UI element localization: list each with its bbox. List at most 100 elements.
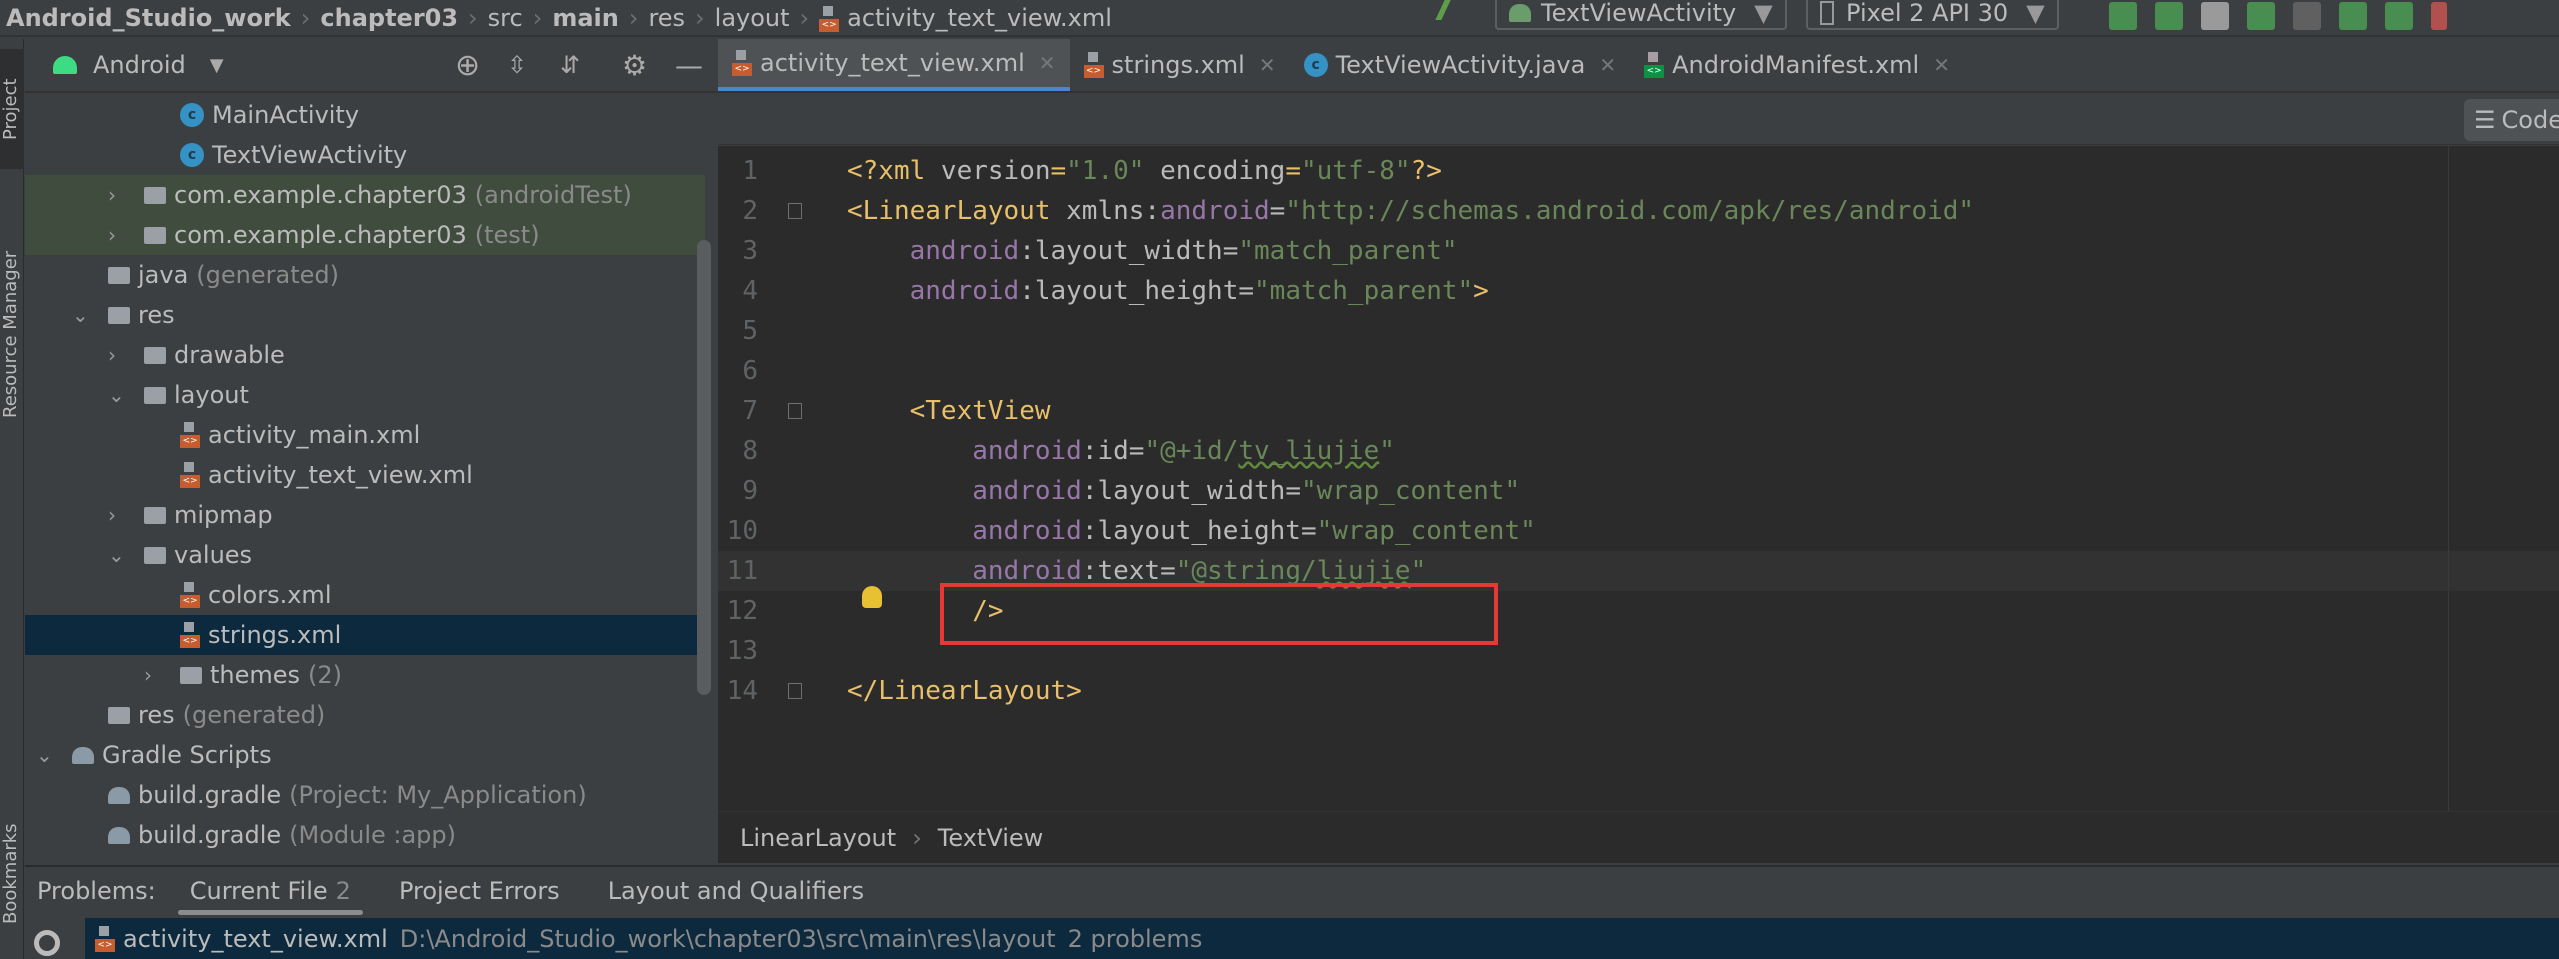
chevron-right-icon[interactable]: ›	[108, 183, 144, 207]
bookmarks-tool-tab[interactable]: Bookmarks	[0, 799, 24, 949]
chevron-right-icon[interactable]: ›	[108, 343, 144, 367]
close-icon[interactable]: ✕	[1599, 53, 1616, 77]
xml-file-icon	[819, 5, 841, 32]
editor-tab[interactable]: AndroidManifest.xml ✕	[1630, 39, 1964, 91]
code-view-button[interactable]: ☰ Code	[2464, 99, 2559, 141]
close-icon[interactable]: ✕	[1933, 53, 1950, 77]
project-tool-tab[interactable]: Project	[0, 49, 24, 169]
code-line[interactable]: 8 android:id="@+id/tv_liujie"	[718, 431, 2559, 471]
breadcrumb-item[interactable]: res	[642, 4, 691, 32]
tree-item[interactable]: › drawable	[25, 335, 705, 375]
chevron-right-icon[interactable]: ›	[144, 663, 180, 687]
editor-tab[interactable]: c TextViewActivity.java ✕	[1290, 39, 1631, 91]
run-configuration-select[interactable]: TextViewActivity ▼	[1495, 0, 1787, 30]
tree-item[interactable]: ⌄ res	[25, 295, 705, 335]
close-icon[interactable]: ✕	[1259, 53, 1276, 77]
code-token: version	[940, 156, 1051, 186]
tree-item[interactable]: build.gradle (Module :app)	[25, 815, 705, 855]
breadcrumb-item[interactable]: Android_Studio_work	[0, 4, 297, 32]
device-select[interactable]: Pixel 2 API 30 ▼	[1806, 0, 2059, 30]
chevron-down-icon[interactable]: ⌄	[108, 543, 144, 567]
chevron-down-icon[interactable]: ⌄	[36, 743, 72, 767]
expand-all-icon[interactable]: ⇳	[507, 51, 527, 79]
tree-item[interactable]: › com.example.chapter03 (test)	[25, 215, 705, 255]
apply-code-changes-icon[interactable]	[2155, 2, 2183, 30]
android-icon	[1509, 4, 1531, 22]
code-text: android:layout_height="match_parent">	[847, 271, 1489, 311]
code-line[interactable]: 3 android:layout_width="match_parent"	[718, 231, 2559, 271]
collapse-all-icon[interactable]: ⇵	[560, 51, 580, 79]
breadcrumb-item[interactable]: main	[546, 4, 625, 32]
eye-icon[interactable]	[34, 930, 60, 956]
stop-icon[interactable]	[2431, 2, 2447, 30]
tree-item[interactable]: ⌄ Gradle Scripts	[25, 735, 705, 775]
editor-tab[interactable]: activity_text_view.xml ✕	[718, 39, 1070, 91]
code-editor[interactable]: 1 <?xml version="1.0" encoding="utf-8"?> 2…	[718, 146, 2559, 811]
project-view-select[interactable]: Android	[93, 51, 186, 79]
chevron-down-icon[interactable]: ⌄	[108, 383, 144, 407]
minimize-icon[interactable]: —	[675, 49, 703, 82]
tree-item[interactable]: activity_main.xml	[25, 415, 705, 455]
code-line[interactable]: 7 <TextView	[718, 391, 2559, 431]
breadcrumb-item[interactable]: chapter03	[314, 4, 464, 32]
tree-item[interactable]: res (generated)	[25, 695, 705, 735]
project-panel-header: Android ▼ ⊕ ⇳ ⇵ ⚙ —	[25, 39, 717, 93]
locate-icon[interactable]: ⊕	[455, 48, 480, 83]
tab-layout-and-qualifiers[interactable]: Layout and Qualifiers	[584, 867, 888, 915]
tree-item[interactable]: › mipmap	[25, 495, 705, 535]
editor-tab[interactable]: strings.xml ✕	[1070, 39, 1290, 91]
chevron-down-icon[interactable]: ▼	[210, 55, 224, 76]
code-line[interactable]: 9 android:layout_width="wrap_content"	[718, 471, 2559, 511]
fold-icon[interactable]	[788, 203, 802, 219]
tree-item-label: values	[174, 541, 253, 569]
tree-item[interactable]: build.gradle (Project: My_Application)	[25, 775, 705, 815]
tree-item[interactable]: strings.xml	[25, 615, 705, 655]
tree-item-label: build.gradle	[138, 781, 282, 809]
tree-item[interactable]: java (generated)	[25, 255, 705, 295]
breadcrumb-textview[interactable]: TextView	[938, 824, 1044, 852]
tab-project-errors[interactable]: Project Errors	[375, 867, 584, 915]
tree-item[interactable]: colors.xml	[25, 575, 705, 615]
resource-manager-tool-tab[interactable]: Resource Manager	[0, 204, 24, 464]
problem-file-row[interactable]: activity_text_view.xml D:\Android_Studio…	[85, 918, 2559, 959]
code-token: "http://schemas.android.com/apk/res/andr…	[1285, 196, 1975, 226]
code-line[interactable]: 5	[718, 311, 2559, 351]
chevron-right-icon[interactable]: ›	[108, 223, 144, 247]
code-line[interactable]: 4 android:layout_height="match_parent">	[718, 271, 2559, 311]
attach-icon[interactable]	[2385, 2, 2413, 30]
debug-icon[interactable]	[2247, 2, 2275, 30]
fold-icon[interactable]	[788, 403, 802, 419]
profile-icon[interactable]	[2339, 2, 2367, 30]
gradle-elephant-icon	[108, 826, 130, 844]
tree-item[interactable]: activity_text_view.xml	[25, 455, 705, 495]
breadcrumb-item[interactable]: activity_text_view.xml	[813, 4, 1118, 32]
breadcrumb-item[interactable]: layout	[709, 4, 796, 32]
chevron-down-icon[interactable]: ⌄	[72, 303, 108, 327]
tab-current-file[interactable]: Current File 2	[166, 867, 375, 915]
code-token: "@+id/	[1144, 436, 1239, 466]
tree-item[interactable]: › com.example.chapter03 (androidTest)	[25, 175, 705, 215]
code-line[interactable]: 10 android:layout_height="wrap_content"	[718, 511, 2559, 551]
tree-item[interactable]: c MainActivity	[25, 95, 705, 135]
close-icon[interactable]: ✕	[1039, 51, 1056, 75]
code-line[interactable]: 1 <?xml version="1.0" encoding="utf-8"?>	[718, 151, 2559, 191]
intention-bulb-icon[interactable]	[862, 586, 882, 608]
code-line[interactable]: 14 </LinearLayout>	[718, 671, 2559, 711]
fold-icon[interactable]	[788, 683, 802, 699]
breadcrumb-linearlayout[interactable]: LinearLayout	[740, 824, 896, 852]
tree-item[interactable]: › themes (2)	[25, 655, 705, 695]
breadcrumb-item[interactable]: src	[482, 4, 529, 32]
project-tree-scrollbar[interactable]	[697, 240, 711, 695]
attach-debugger-icon[interactable]	[2293, 2, 2321, 30]
gear-icon[interactable]: ⚙	[622, 49, 647, 82]
code-line[interactable]: 2 <LinearLayout xmlns:android="http://sch…	[718, 191, 2559, 231]
chevron-right-icon[interactable]: ›	[108, 503, 144, 527]
tree-item[interactable]: ⌄ layout	[25, 375, 705, 415]
folder-icon	[108, 706, 130, 724]
tree-item[interactable]: ⌄ values	[25, 535, 705, 575]
tree-item[interactable]: c TextViewActivity	[25, 135, 705, 175]
sync-icon[interactable]	[2201, 2, 2229, 30]
apply-changes-icon[interactable]	[2109, 2, 2137, 30]
code-line[interactable]: 6	[718, 351, 2559, 391]
